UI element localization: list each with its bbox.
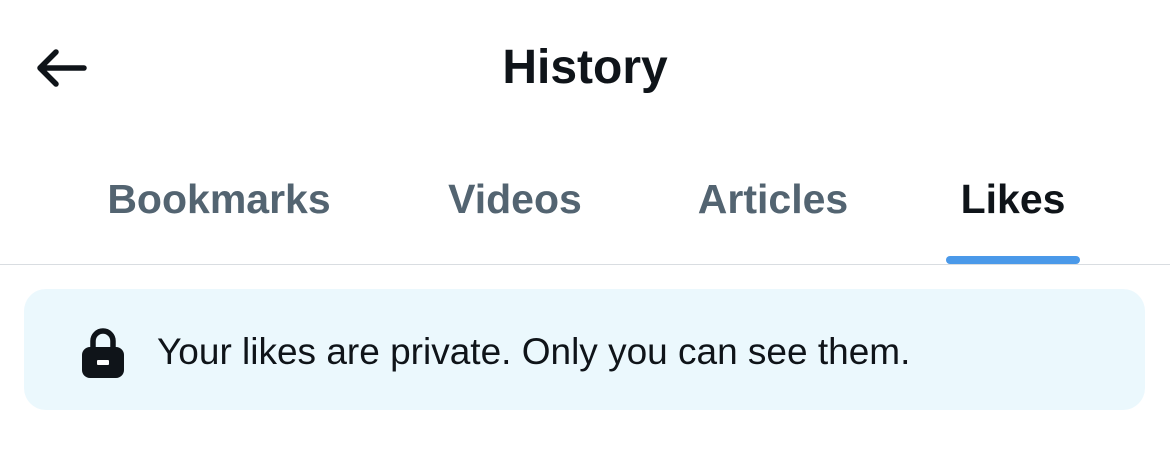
history-screen: History Bookmarks Videos Articles Likes … — [0, 0, 1170, 449]
privacy-notice: Your likes are private. Only you can see… — [24, 289, 1145, 410]
tab-bar: Bookmarks Videos Articles Likes — [0, 152, 1170, 264]
tab-videos[interactable]: Videos — [430, 152, 600, 264]
top-bar: History — [0, 0, 1170, 136]
tab-label: Videos — [448, 176, 582, 222]
lock-icon — [82, 328, 124, 378]
tab-likes[interactable]: Likes — [946, 152, 1080, 264]
tab-articles[interactable]: Articles — [680, 152, 866, 264]
tab-divider — [0, 264, 1170, 265]
tab-label: Bookmarks — [107, 176, 331, 222]
tab-bookmarks[interactable]: Bookmarks — [85, 152, 353, 264]
tab-label: Likes — [960, 176, 1066, 222]
tab-label: Articles — [697, 176, 849, 222]
page-title: History — [502, 41, 668, 94]
privacy-notice-text: Your likes are private. Only you can see… — [157, 331, 911, 372]
active-tab-indicator — [946, 256, 1080, 264]
